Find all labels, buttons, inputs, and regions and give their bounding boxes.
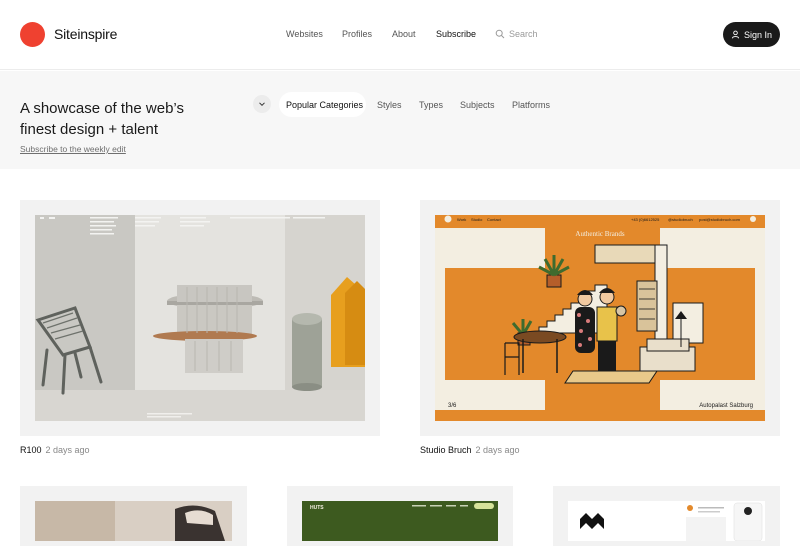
shot-phone: +43 (0)6612525	[631, 217, 660, 222]
category-subjects[interactable]: Subjects	[460, 100, 495, 110]
user-icon	[731, 30, 740, 39]
site-screenshot-6[interactable]	[568, 501, 765, 541]
sign-in-button[interactable]: Sign In	[723, 22, 780, 47]
category-popular[interactable]: Popular Categories	[286, 100, 363, 110]
card-time: 2 days ago	[45, 445, 90, 455]
shot-nav-work: Work	[457, 217, 466, 222]
category-types[interactable]: Types	[419, 100, 443, 110]
nav-profiles[interactable]: Profiles	[342, 29, 372, 39]
shot-handle: @studiobruch	[668, 217, 693, 222]
shot-email: post@studiobruch.com	[699, 217, 741, 222]
site-card-studio-bruch[interactable]: Work Studio Contact +43 (0)6612525 @stud…	[420, 200, 780, 436]
site-card-r100[interactable]	[20, 200, 380, 436]
card-title[interactable]: R100	[20, 445, 42, 455]
site-header: Siteinspire Websites Profiles About Subs…	[0, 0, 800, 70]
category-platforms[interactable]: Platforms	[512, 100, 550, 110]
shot-nav-studio: Studio	[471, 217, 483, 222]
category-styles[interactable]: Styles	[377, 100, 402, 110]
site-screenshot-studio-bruch[interactable]: Work Studio Contact +43 (0)6612525 @stud…	[435, 215, 765, 421]
logo-text[interactable]: Siteinspire	[54, 26, 117, 42]
nav-websites[interactable]: Websites	[286, 29, 323, 39]
site-screenshot-r100[interactable]	[35, 215, 365, 421]
nav-about[interactable]: About	[392, 29, 416, 39]
site-screenshot-huts[interactable]: HUTS	[302, 501, 498, 541]
hero-title: A showcase of the web’s finest design + …	[20, 100, 184, 138]
shot-headline: Authentic Brands	[575, 230, 624, 238]
site-card-huts[interactable]: HUTS	[287, 486, 513, 546]
shot-counter: 3/6	[448, 403, 457, 409]
shot-nav-contact: Contact	[487, 217, 502, 222]
shot-client: Autopalast Salzburg	[699, 403, 753, 409]
search-icon[interactable]	[495, 29, 505, 39]
card-caption-r100: R100 2 days ago	[20, 445, 90, 455]
site-card-3[interactable]	[20, 486, 247, 546]
subscribe-link[interactable]: Subscribe to the weekly edit	[20, 144, 126, 154]
logo-mark[interactable]	[20, 22, 45, 47]
card-time: 2 days ago	[475, 445, 520, 455]
nav-subscribe[interactable]: Subscribe	[436, 29, 476, 39]
site-card-6[interactable]	[553, 486, 780, 546]
card-title[interactable]: Studio Bruch	[420, 445, 472, 455]
hero-section: A showcase of the web’s finest design + …	[0, 71, 800, 169]
categories-toggle[interactable]	[253, 95, 271, 113]
site-screenshot-3[interactable]	[35, 501, 232, 541]
card-caption-studio-bruch: Studio Bruch 2 days ago	[420, 445, 520, 455]
sign-in-label: Sign In	[743, 29, 773, 40]
search-input[interactable]: Search	[509, 29, 538, 39]
shot-huts-brand: HUTS	[310, 505, 324, 511]
chevron-down-icon	[259, 102, 265, 107]
